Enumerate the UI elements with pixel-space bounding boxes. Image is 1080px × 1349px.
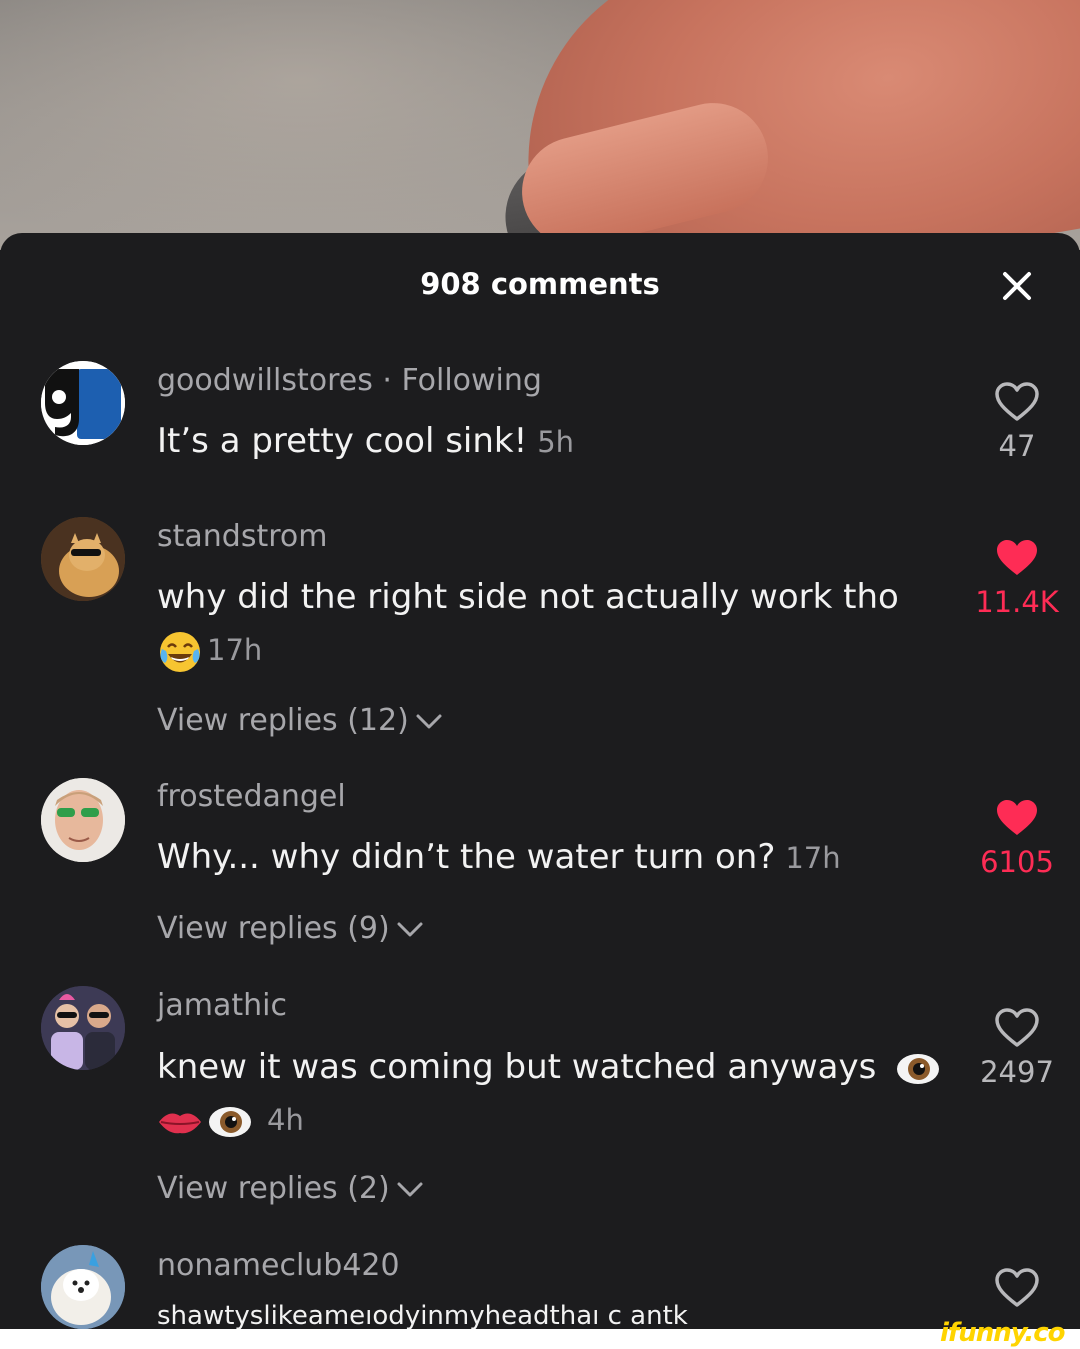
comment-body: knew it was coming but watched anyways [157, 1047, 877, 1087]
like-count: 47 [998, 429, 1036, 463]
comment-meta-line: 4h [157, 1099, 304, 1145]
like-count: 11.4K [975, 585, 1059, 619]
avatar[interactable] [41, 986, 125, 1070]
ifunny-watermark: ifunny.co [940, 1318, 1065, 1348]
white-dog-avatar [41, 1245, 125, 1329]
comment-body: It’s a pretty cool sink! [157, 421, 528, 461]
eye-emoji-icon [209, 1107, 251, 1137]
comment-time: 17h [207, 633, 263, 667]
view-replies-button[interactable]: View replies (9) [157, 911, 424, 946]
comment-body: Why... why didn’t the water turn on? [157, 837, 776, 877]
comment-time: 4h [267, 1103, 304, 1137]
goodwill-logo-avatar [41, 361, 125, 445]
comment-username[interactable]: goodwillstores · Following [157, 363, 542, 398]
lips-emoji-icon [159, 1113, 201, 1134]
avatar[interactable] [41, 361, 125, 445]
chevron-down-icon [397, 922, 423, 936]
comment-text: Why... why didn’t the water turn on? 17h [157, 829, 841, 886]
chevron-down-icon [397, 1182, 423, 1196]
comment-text: why did the right side not actually work… [157, 577, 899, 617]
avatar[interactable] [41, 778, 125, 862]
footer-bar [0, 1329, 1080, 1349]
like-button[interactable]: 47 [972, 381, 1062, 463]
group-photo-avatar [41, 986, 125, 1070]
like-count: 2497 [980, 1055, 1054, 1089]
like-button[interactable] [972, 1267, 1062, 1309]
comment-username[interactable]: frostedangel [157, 779, 346, 814]
avatar[interactable] [41, 517, 125, 601]
comment-username[interactable]: jamathic [157, 988, 287, 1023]
cat-with-sunglasses-avatar [41, 517, 125, 601]
close-x-icon [1003, 272, 1031, 300]
comment-text: knew it was coming but watched anyways [157, 1039, 945, 1095]
comment-time: 17h [785, 841, 841, 875]
like-button[interactable]: 6105 [972, 797, 1062, 879]
comment-username[interactable]: nonameclub420 [157, 1248, 400, 1283]
heart-outline-icon [995, 1008, 1039, 1047]
person-with-green-sunglasses-avatar [41, 778, 125, 862]
avatar[interactable] [41, 1245, 125, 1329]
like-button[interactable]: 11.4K [972, 537, 1062, 619]
view-replies-button[interactable]: View replies (2) [157, 1171, 424, 1206]
heart-filled-icon [997, 540, 1037, 575]
like-count: 6105 [980, 845, 1054, 879]
view-replies-label: View replies (12) [157, 703, 409, 738]
heart-filled-icon [997, 800, 1037, 835]
comment-meta-line: 17h [157, 629, 262, 675]
face-with-tears-of-joy-icon [160, 632, 200, 672]
chevron-down-icon [416, 714, 442, 728]
comment-text: shawtyslikeameıodyinmyheadthaı c antk [157, 1301, 688, 1329]
view-replies-label: View replies (2) [157, 1171, 390, 1206]
video-preview[interactable] [0, 0, 1080, 250]
comment-text: It’s a pretty cool sink! 5h [157, 413, 574, 470]
close-button[interactable] [996, 265, 1038, 307]
comments-sheet: 908 comments goodwillstores · Following … [0, 233, 1080, 1329]
view-replies-label: View replies (9) [157, 911, 390, 946]
comment-time: 5h [537, 425, 575, 459]
comments-count-title: 908 comments [420, 267, 660, 301]
comment-username[interactable]: standstrom [157, 519, 327, 554]
heart-outline-icon [995, 382, 1039, 421]
like-button[interactable]: 2497 [972, 1007, 1062, 1089]
eye-emoji-icon [897, 1053, 940, 1084]
heart-outline-icon [995, 1268, 1039, 1307]
view-replies-button[interactable]: View replies (12) [157, 703, 443, 738]
